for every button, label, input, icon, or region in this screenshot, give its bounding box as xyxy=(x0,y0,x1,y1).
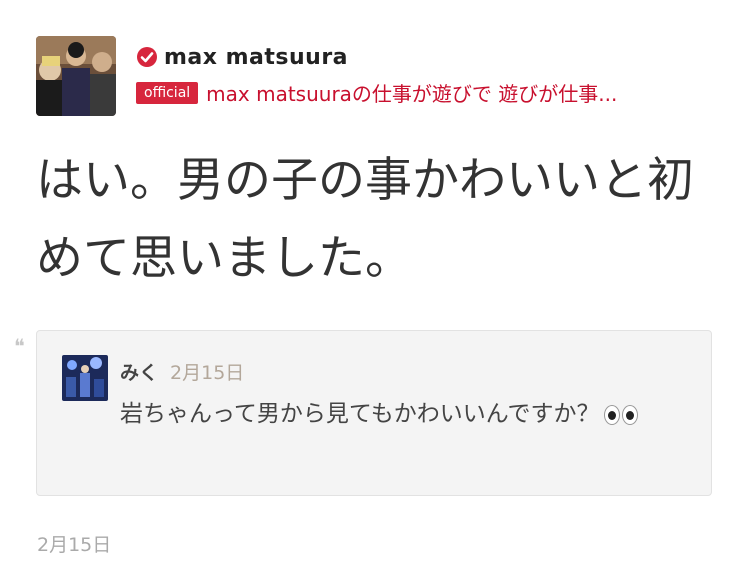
comment-date: 2月15日 xyxy=(170,362,245,384)
commenter-avatar[interactable] xyxy=(62,355,108,401)
quoted-comment: みく 2月15日 岩ちゃんって男から見てもかわいいんですか？ xyxy=(36,330,712,496)
author-avatar[interactable] xyxy=(36,36,116,116)
reply-text: はい。男の子の事かわいいと初めて思いました。 xyxy=(36,153,694,286)
commenter-name[interactable]: みく xyxy=(120,362,158,384)
post-date: 2月15日 xyxy=(37,534,112,556)
post-header: max matsuura official max matsuuraの仕事が遊び… xyxy=(36,36,726,118)
official-row: official max matsuuraの仕事が遊びで 遊びが仕事... xyxy=(136,78,726,107)
comment-text: 岩ちゃんって男から見てもかわいいんですか？ xyxy=(120,401,600,427)
eyes-emoji-icon xyxy=(603,404,638,425)
quote-icon: ❝ xyxy=(14,334,25,358)
verified-check-icon xyxy=(136,46,158,68)
author-row: max matsuura xyxy=(136,42,348,72)
comment-header: みく 2月15日 xyxy=(120,358,244,385)
blog-title-link[interactable]: max matsuuraの仕事が遊びで 遊びが仕事... xyxy=(206,78,726,107)
author-name[interactable]: max matsuura xyxy=(164,45,348,70)
official-badge: official xyxy=(136,81,199,104)
comment-body: 岩ちゃんって男から見てもかわいいんですか？ xyxy=(120,395,690,433)
